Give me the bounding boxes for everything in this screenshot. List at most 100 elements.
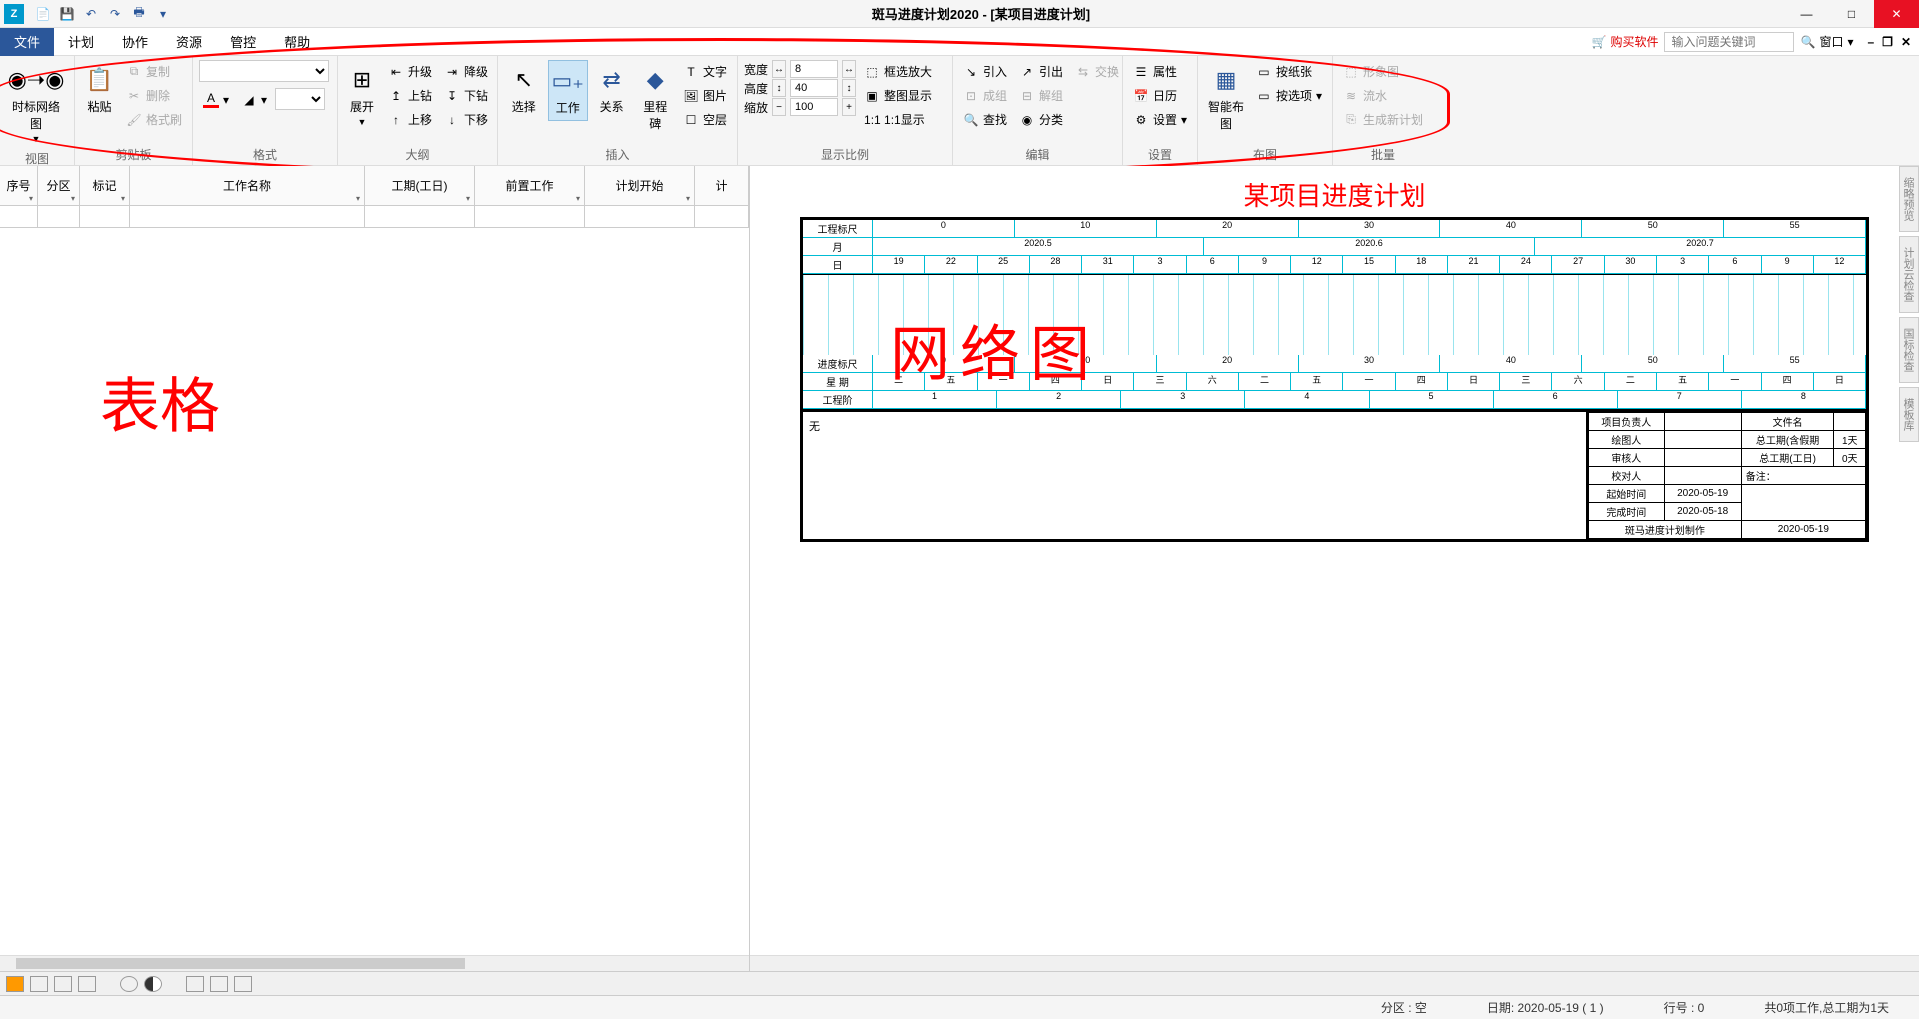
view1[interactable] [6,976,24,992]
by-option-button[interactable]: ▭按选项▾ [1252,84,1326,107]
symbol-button[interactable]: ⬚形象图 [1339,60,1427,83]
one-to-one-button[interactable]: 1:11:1显示 [860,108,936,131]
undo-icon[interactable]: ↶ [82,5,100,23]
width-input[interactable] [790,60,838,78]
mdi-close[interactable]: ✕ [1901,35,1911,49]
demote-button[interactable]: ⇥降级 [440,60,492,83]
by-paper-button[interactable]: ▭按纸张 [1252,60,1326,83]
settings-button[interactable]: ⚙设置▾ [1129,108,1191,131]
sidetab-template[interactable]: 模板库 [1899,387,1919,442]
group-icon: ⊡ [963,89,979,103]
copy-button[interactable]: ⧉复制 [122,60,186,83]
gantt-chart[interactable]: 工程标尺0102030405055 月2020.52020.62020.7 日1… [800,217,1869,542]
ungroup-button[interactable]: ⊟解组 [1015,84,1067,107]
calendar-button[interactable]: 📅日历 [1129,84,1191,107]
col-mark[interactable]: 标记▾ [80,166,130,205]
zoom-input[interactable] [790,98,838,116]
layer-button[interactable]: ☐空层 [679,108,731,131]
zoom-in[interactable]: + [842,98,856,116]
sidetab-preview[interactable]: 缩略预览 [1899,166,1919,232]
col-name[interactable]: 工作名称▾ [130,166,365,205]
width-dec[interactable]: ↔ [772,60,786,78]
size-combo[interactable] [275,88,325,110]
view8[interactable] [210,976,228,992]
window-menu[interactable]: 🔍窗口 ▾ [1800,33,1853,50]
select-button[interactable]: ↖选择 [504,60,544,119]
input-row[interactable] [0,206,749,228]
promote-button[interactable]: ⇤升级 [384,60,436,83]
generate-button[interactable]: ⎘生成新计划 [1339,108,1427,131]
boxzoom-icon: ⬚ [864,65,880,79]
height-dec[interactable]: ↕ [772,79,786,97]
milestone-button[interactable]: ◆里程碑 [635,60,675,136]
moveup-button[interactable]: ↑上移 [384,108,436,131]
new-icon[interactable]: 📄 [34,5,52,23]
drillup-button[interactable]: ↥上钻 [384,84,436,107]
h-scrollbar-left[interactable] [0,955,749,971]
swap-button[interactable]: ⇆交换 [1071,60,1123,83]
font-color-button[interactable]: A▾ [199,88,233,111]
table-body[interactable]: 表格 [0,228,749,955]
group-button[interactable]: ⊡成组 [959,84,1011,107]
import-button[interactable]: ↘引入 [959,60,1011,83]
redo-icon[interactable]: ↷ [106,5,124,23]
paste-button[interactable]: 📋粘贴 [81,60,118,119]
drilldown-button[interactable]: ↧下钻 [440,84,492,107]
col-duration[interactable]: 工期(工日)▾ [365,166,475,205]
export-button[interactable]: ↗引出 [1015,60,1067,83]
sidetab-standard[interactable]: 国标检查 [1899,317,1919,383]
view7[interactable] [186,976,204,992]
network-view-button[interactable]: ◉➝◉ 时标网络图▼ [6,60,66,148]
buy-software-link[interactable]: 🛒购买软件 [1592,33,1659,50]
width-inc[interactable]: ↔ [842,60,856,78]
work-button[interactable]: ▭₊工作 [548,60,588,121]
save-icon[interactable]: 💾 [58,5,76,23]
tab-plan[interactable]: 计划 [54,28,108,56]
col-pred[interactable]: 前置工作▾ [475,166,585,205]
fit-button[interactable]: ▣整图显示 [860,84,936,107]
view3[interactable] [54,976,72,992]
find-button[interactable]: 🔍查找 [959,108,1011,131]
print-icon[interactable]: 🖶 [130,5,148,23]
height-inc[interactable]: ↕ [842,79,856,97]
image-button[interactable]: 🖼图片 [679,84,731,107]
col-start[interactable]: 计划开始▾ [585,166,695,205]
expand-button[interactable]: ⊞展开▼ [344,60,380,131]
delete-button[interactable]: ✂删除 [122,84,186,107]
tab-help[interactable]: 帮助 [270,28,324,56]
tab-control[interactable]: 管控 [216,28,270,56]
flow-button[interactable]: ≋流水 [1339,84,1427,107]
movedown-button[interactable]: ↓下移 [440,108,492,131]
col-seq[interactable]: 序号▾ [0,166,38,205]
height-input[interactable] [790,79,838,97]
view5[interactable] [120,976,138,992]
maximize-button[interactable]: □ [1829,0,1874,28]
h-scrollbar-right[interactable] [750,955,1919,971]
text-button[interactable]: T文字 [679,60,731,83]
mdi-minimize[interactable]: – [1867,35,1874,49]
font-combo[interactable] [199,60,329,82]
format-painter-button[interactable]: 🖌格式刷 [122,108,186,131]
props-button[interactable]: ☰属性 [1129,60,1191,83]
col-zone[interactable]: 分区▾ [38,166,80,205]
zoom-out[interactable]: − [772,98,786,116]
tab-file[interactable]: 文件 [0,28,54,56]
view9[interactable] [234,976,252,992]
view2[interactable] [30,976,48,992]
relation-button[interactable]: ⇄关系 [592,60,632,119]
view4[interactable] [78,976,96,992]
qat-dropdown-icon[interactable]: ▾ [154,5,172,23]
box-zoom-button[interactable]: ⬚框选放大 [860,60,936,83]
view6[interactable] [144,976,162,992]
tab-resource[interactable]: 资源 [162,28,216,56]
auto-layout-button[interactable]: ▦智能布图 [1204,60,1248,136]
sidetab-cloud[interactable]: 计划云检查 [1899,236,1919,313]
fill-color-button[interactable]: ◢▾ [237,88,271,111]
tab-collab[interactable]: 协作 [108,28,162,56]
mdi-restore[interactable]: ❐ [1882,35,1893,49]
col-plan[interactable]: 计 [695,166,749,205]
close-button[interactable]: ✕ [1874,0,1919,28]
classify-button[interactable]: ◉分类 [1015,108,1067,131]
help-search-input[interactable] [1664,32,1794,52]
minimize-button[interactable]: ― [1784,0,1829,28]
